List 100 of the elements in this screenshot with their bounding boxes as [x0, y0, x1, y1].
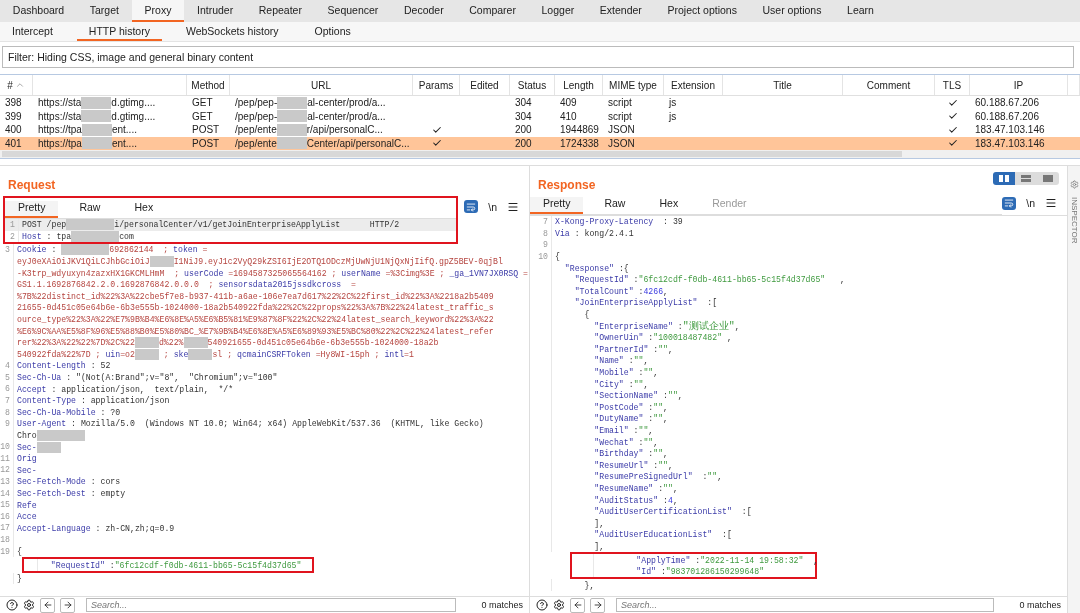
- main-tab[interactable]: Sequencer: [314, 0, 392, 22]
- sub-tab[interactable]: Intercept: [0, 22, 65, 41]
- column-header[interactable]: MIME type: [603, 75, 664, 95]
- sub-tab[interactable]: WebSockets history: [173, 22, 291, 41]
- main-tab[interactable]: Target: [76, 0, 132, 22]
- column-header[interactable]: TLS: [935, 75, 970, 95]
- table-cell-text: 400: [4, 123, 23, 137]
- wrap-lines-button[interactable]: [1002, 196, 1017, 210]
- code-key: "EnterpriseName": [555, 321, 673, 331]
- main-tab[interactable]: Repeater: [245, 0, 315, 22]
- redaction-block: [81, 96, 112, 109]
- menu-icon[interactable]: [507, 200, 519, 213]
- main-tab[interactable]: Extender: [587, 0, 655, 22]
- sub-tab[interactable]: Options: [302, 22, 363, 41]
- editor-tab[interactable]: Raw: [66, 201, 114, 218]
- code-text: :: [662, 391, 668, 401]
- redaction-block: [90, 219, 115, 231]
- column-header[interactable]: Comment: [843, 75, 935, 95]
- layout-toggle[interactable]: [1037, 172, 1059, 185]
- code-text: ,: [672, 495, 678, 505]
- code-key: "Wechat": [555, 437, 634, 447]
- redaction-block: [277, 96, 308, 109]
- inspector-label[interactable]: INSPECTOR: [1069, 197, 1079, 244]
- redaction-block: [188, 348, 213, 360]
- column-header[interactable]: IP: [970, 75, 1068, 95]
- code-key: Refe: [17, 500, 37, 510]
- main-tab[interactable]: Intruder: [184, 0, 246, 22]
- table-cell-text: script: [607, 96, 633, 110]
- column-header[interactable]: Params: [413, 75, 460, 95]
- code-key: Acce: [17, 512, 37, 522]
- column-header[interactable]: Edited: [460, 75, 510, 95]
- code-text: :: [627, 356, 634, 366]
- editor-tab[interactable]: Hex: [646, 197, 692, 214]
- code-key: Orig: [17, 454, 37, 464]
- wrap-lines-button[interactable]: [464, 200, 479, 213]
- main-tab[interactable]: User options: [749, 0, 835, 22]
- arrow-left-icon: [572, 600, 583, 610]
- redaction-block: [81, 110, 112, 123]
- main-tab[interactable]: Learn: [834, 0, 887, 22]
- code-key: "PostCode": [555, 402, 644, 412]
- column-header[interactable]: #: [0, 75, 33, 95]
- line-number: 17: [0, 523, 10, 533]
- code-key: Accept: [17, 384, 47, 394]
- code-text: "": [633, 356, 644, 366]
- editor-tab[interactable]: Pretty: [530, 197, 584, 214]
- code-text: ,: [677, 391, 683, 401]
- filter-bar[interactable]: Filter: Hiding CSS, image and general binary content: [2, 46, 1074, 68]
- layout-toggle[interactable]: [993, 172, 1015, 185]
- cell-text: Center/api/personalC...: [306, 137, 410, 149]
- code-key: User-Agent: [17, 419, 67, 429]
- search-field[interactable]: Search...: [86, 598, 457, 612]
- column-header[interactable]: Status: [510, 75, 555, 95]
- help-icon[interactable]: [536, 599, 548, 611]
- main-tab[interactable]: Project options: [654, 0, 750, 22]
- editor-tab[interactable]: Pretty: [5, 201, 59, 218]
- editor-tab[interactable]: Raw: [591, 197, 639, 214]
- code-text: :: [637, 437, 644, 447]
- column-header[interactable]: Extension: [664, 75, 723, 95]
- sub-tab[interactable]: HTTP history: [76, 22, 162, 41]
- next-button[interactable]: [60, 597, 75, 613]
- code-key: "Id": [597, 567, 656, 577]
- previous-button[interactable]: [570, 597, 585, 613]
- menu-icon[interactable]: [1045, 197, 1057, 209]
- help-icon[interactable]: [6, 599, 18, 611]
- main-tab[interactable]: Comparer: [456, 0, 529, 22]
- settings-icon[interactable]: [23, 599, 35, 611]
- previous-button[interactable]: [40, 597, 55, 613]
- newline-toggle[interactable]: \n: [488, 200, 497, 213]
- table-cell-text: JSON: [607, 136, 636, 150]
- code-key: userName: [341, 268, 381, 278]
- code-text: ,: [734, 321, 740, 331]
- code-text: "6fc12cdf-f0db-4611-bb65-5c15f4d37d65": [114, 560, 302, 570]
- newline-toggle[interactable]: \n: [1026, 197, 1035, 209]
- table-cell-text: GET: [191, 96, 214, 110]
- code-text: :[: [740, 507, 752, 517]
- main-tab[interactable]: Dashboard: [0, 0, 77, 22]
- editor-tab[interactable]: Hex: [121, 201, 167, 218]
- next-button[interactable]: [590, 597, 605, 613]
- main-tab[interactable]: Decoder: [391, 0, 457, 22]
- code-text: sl ;: [212, 349, 234, 359]
- code-text: 540922fda%22%7D ;: [17, 349, 102, 359]
- search-field[interactable]: Search...: [616, 598, 995, 612]
- column-header[interactable]: Title: [723, 75, 843, 95]
- code-text: "测试企业": [682, 319, 735, 333]
- main-tab[interactable]: Logger: [528, 0, 588, 22]
- code-key: "ApplyTime": [597, 555, 691, 565]
- column-header[interactable]: Length: [555, 75, 603, 95]
- code-key: "Birthday": [555, 449, 644, 459]
- code-text: POST /pep: [22, 220, 67, 230]
- layout-toggle[interactable]: [1015, 172, 1037, 185]
- column-header[interactable]: Method: [187, 75, 230, 95]
- code-text: rer%22%3A%22%22%7D%2C%22: [17, 338, 135, 348]
- code-key: Sec-Fetch-Dest: [17, 488, 86, 498]
- scrollbar-thumb[interactable]: [2, 151, 902, 157]
- code-key: "DutyName": [555, 414, 644, 424]
- sort-icon: [14, 80, 25, 90]
- column-header[interactable]: URL: [230, 75, 413, 95]
- cell-text: /pep/pep-: [235, 97, 278, 109]
- main-tab[interactable]: Proxy: [131, 0, 185, 22]
- settings-icon[interactable]: [553, 599, 565, 611]
